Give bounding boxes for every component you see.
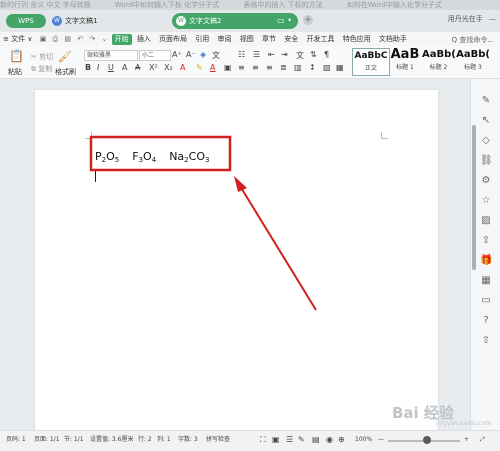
outline-view-icon[interactable]: ☰ [286, 431, 293, 449]
settings-icon[interactable]: ⚙ [480, 175, 492, 187]
upload-icon[interactable]: ⇧ [480, 335, 492, 347]
highlight-box [89, 135, 232, 172]
web-view-icon[interactable]: ▤ [312, 431, 320, 449]
table-icon[interactable]: ▦ [480, 275, 492, 287]
zoom-in-icon[interactable]: + [464, 431, 469, 449]
star-icon[interactable]: ☆ [480, 195, 492, 207]
share-icon[interactable]: ⇪ [480, 235, 492, 247]
annotation-arrow-head [234, 176, 247, 192]
image-icon[interactable]: ▨ [480, 215, 492, 227]
annotation-overlay [89, 135, 317, 311]
eye-protection-icon[interactable]: ◉ [326, 431, 333, 449]
zoom-slider-thumb[interactable] [423, 436, 431, 444]
edit-icon[interactable]: ✎ [480, 95, 492, 107]
vertical-scrollbar[interactable] [472, 125, 476, 270]
status-page: 页码: 1 [6, 436, 26, 443]
gift-icon[interactable]: 🎁 [480, 255, 492, 267]
status-setting: 设置值: 3.6厘米 [90, 436, 134, 443]
status-words: 字数: 3 [178, 436, 198, 443]
link-icon[interactable]: ⛓ [480, 155, 493, 167]
zoom-level[interactable]: 100% [355, 431, 372, 449]
chart-icon[interactable]: ▭ [480, 295, 492, 307]
zoom-out-icon[interactable]: — [378, 431, 384, 449]
reading-mode-icon[interactable]: ⛶ [260, 431, 266, 449]
translate-icon[interactable]: ⊕ [338, 431, 345, 449]
status-section: 节: 1/1 [64, 436, 84, 443]
spell-check-button[interactable]: 拼写检查 [206, 431, 230, 449]
watermark-url: jingyan.baidu.com [436, 420, 492, 427]
status-row: 行: 2 [138, 436, 152, 443]
status-col: 列: 1 [157, 436, 171, 443]
page-view-icon[interactable]: ▣ [272, 431, 280, 449]
status-bar: 页码: 1 页面: 1/1 节: 1/1 设置值: 3.6厘米 行: 2 列: … [0, 430, 500, 451]
status-pages: 页面: 1/1 [34, 436, 60, 443]
shapes-icon[interactable]: ◇ [480, 135, 492, 147]
annotation-arrow-line [239, 185, 317, 311]
fit-window-icon[interactable]: ⤢ [480, 431, 485, 449]
pen-icon[interactable]: ✎ [298, 431, 305, 449]
help-icon[interactable]: ? [480, 315, 492, 327]
select-icon[interactable]: ↖ [480, 115, 492, 127]
